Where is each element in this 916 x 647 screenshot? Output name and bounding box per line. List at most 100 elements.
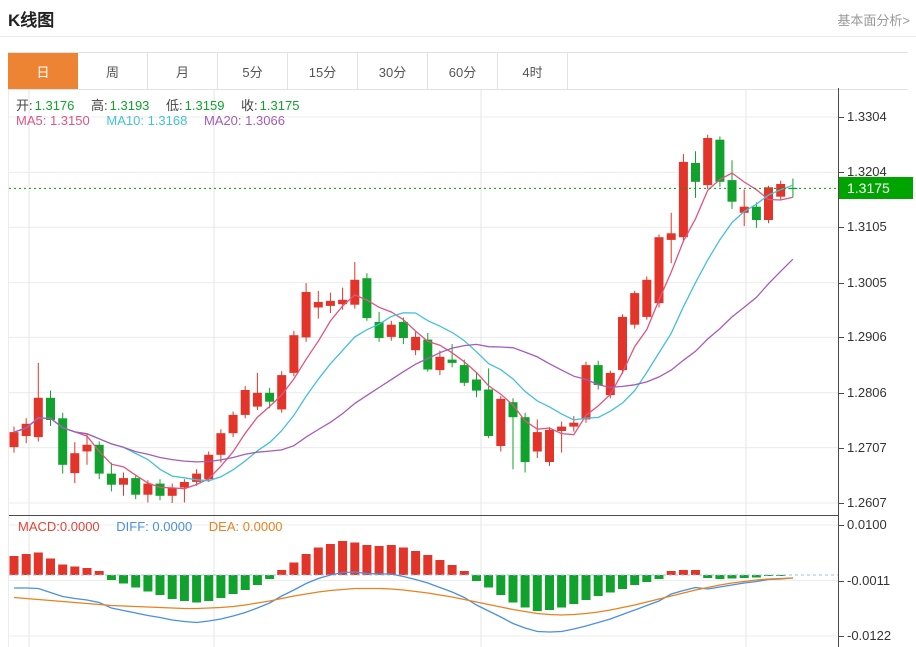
candle-body xyxy=(642,280,651,317)
tab-day[interactable]: 日 xyxy=(8,53,78,89)
candle-body xyxy=(265,393,274,402)
candle-body xyxy=(253,393,262,407)
candle-body xyxy=(277,375,286,409)
candle-body xyxy=(143,484,152,495)
candle-body xyxy=(350,280,359,305)
candle-body xyxy=(314,302,323,308)
macd-bar xyxy=(265,575,274,579)
tab-month[interactable]: 月 xyxy=(148,53,218,89)
macd-bar xyxy=(399,548,408,576)
tab-5min[interactable]: 5分 xyxy=(218,53,288,89)
ma-legend: MA5: 1.3150 MA10: 1.3168 MA20: 1.3066 xyxy=(16,113,298,128)
macd-bar xyxy=(204,575,213,601)
candle-body xyxy=(715,140,724,182)
candle-body xyxy=(472,380,481,391)
macd-bar xyxy=(58,565,67,576)
candle-body xyxy=(326,301,335,306)
macd-bar xyxy=(34,553,43,576)
macd-bar xyxy=(95,571,104,575)
macd-bar xyxy=(46,559,55,576)
candle-body xyxy=(569,423,578,427)
price-axis-label: 1.3304 xyxy=(839,109,887,125)
candle-body xyxy=(460,365,469,383)
ma5-label: MA5: xyxy=(16,113,46,128)
low-value: 1.3159 xyxy=(185,98,225,113)
macd-bar xyxy=(70,567,79,576)
tab-week[interactable]: 周 xyxy=(78,53,148,89)
fundamental-analysis-link[interactable]: 基本面分析> xyxy=(837,10,910,29)
ma20-value: 1.3066 xyxy=(245,113,285,128)
macd-bar xyxy=(594,575,603,596)
candle-body xyxy=(594,365,603,385)
macd-bar xyxy=(131,575,140,588)
macd-bar xyxy=(630,575,639,585)
macd-bar xyxy=(241,575,250,590)
macd-bar xyxy=(545,575,554,610)
candle-body xyxy=(752,207,761,220)
current-price-tag: 1.3175 xyxy=(839,177,913,199)
dea-label: DEA: xyxy=(209,519,239,534)
macd-bar xyxy=(496,575,505,595)
candle-body xyxy=(229,415,238,433)
macd-bar xyxy=(533,575,542,611)
macd-bar xyxy=(277,570,286,575)
candle-body xyxy=(70,453,79,473)
candle-body xyxy=(618,317,627,370)
macd-bar xyxy=(302,554,311,575)
candle-body xyxy=(156,484,165,496)
close-label: 收: xyxy=(241,98,258,113)
macd-axis-label: -0.0122 xyxy=(839,628,891,644)
price-axis-label: 1.2607 xyxy=(839,495,887,511)
high-value: 1.3193 xyxy=(110,98,150,113)
macd-bar xyxy=(350,543,359,576)
macd-bar xyxy=(582,575,591,600)
period-tabbar: 日 周 月 5分 15分 30分 60分 4时 xyxy=(8,52,908,90)
candle-body xyxy=(667,233,676,240)
macd-bar xyxy=(691,570,700,575)
macd-bar xyxy=(472,575,481,581)
tab-60min[interactable]: 60分 xyxy=(428,53,498,89)
candle-body xyxy=(95,445,104,474)
candle-body xyxy=(630,293,639,325)
macd-bar xyxy=(460,571,469,575)
candle-body xyxy=(241,390,250,415)
macd-bar xyxy=(655,575,664,579)
macd-bar xyxy=(253,575,262,585)
tab-30min[interactable]: 30分 xyxy=(358,53,428,89)
candle-body xyxy=(216,433,225,455)
candle-body xyxy=(131,478,140,495)
candle-body xyxy=(423,340,432,370)
macd-chart[interactable] xyxy=(9,516,839,647)
candle-body xyxy=(46,398,55,420)
macd-bar xyxy=(229,575,238,594)
tab-4hour[interactable]: 4时 xyxy=(498,53,568,89)
macd-bar xyxy=(192,575,201,603)
candle-body xyxy=(691,163,700,182)
candle-body xyxy=(728,180,737,202)
candle-body xyxy=(521,417,530,462)
macd-legend: MACD:0.0000 DIFF: 0.0000 DEA: 0.0000 xyxy=(18,519,296,534)
price-axis: 1.3175 1.33041.32041.31051.30051.29061.2… xyxy=(838,88,916,647)
macd-bar xyxy=(180,575,189,601)
candle-body xyxy=(679,162,688,237)
ma20-line xyxy=(14,259,793,462)
macd-bar xyxy=(521,575,530,608)
diff-label: DIFF: xyxy=(116,519,149,534)
macd-bar xyxy=(509,575,518,603)
macd-bar xyxy=(423,555,432,575)
candle-body xyxy=(484,390,493,437)
ma10-value: 1.3168 xyxy=(148,113,188,128)
macd-bar xyxy=(216,575,225,598)
macd-bar xyxy=(107,575,116,580)
candlestick-chart[interactable] xyxy=(9,90,839,516)
macd-bar xyxy=(326,544,335,575)
macd-bar xyxy=(715,575,724,579)
candle-body xyxy=(387,325,396,337)
candle-body xyxy=(496,399,505,446)
macd-bar xyxy=(411,551,420,575)
tab-15min[interactable]: 15分 xyxy=(288,53,358,89)
candle-body xyxy=(703,138,712,185)
candle-body xyxy=(302,292,311,337)
macd-bar xyxy=(679,570,688,575)
ohlc-legend: 开:1.3176 高:1.3193 低:1.3159 收:1.3175 xyxy=(16,95,312,114)
